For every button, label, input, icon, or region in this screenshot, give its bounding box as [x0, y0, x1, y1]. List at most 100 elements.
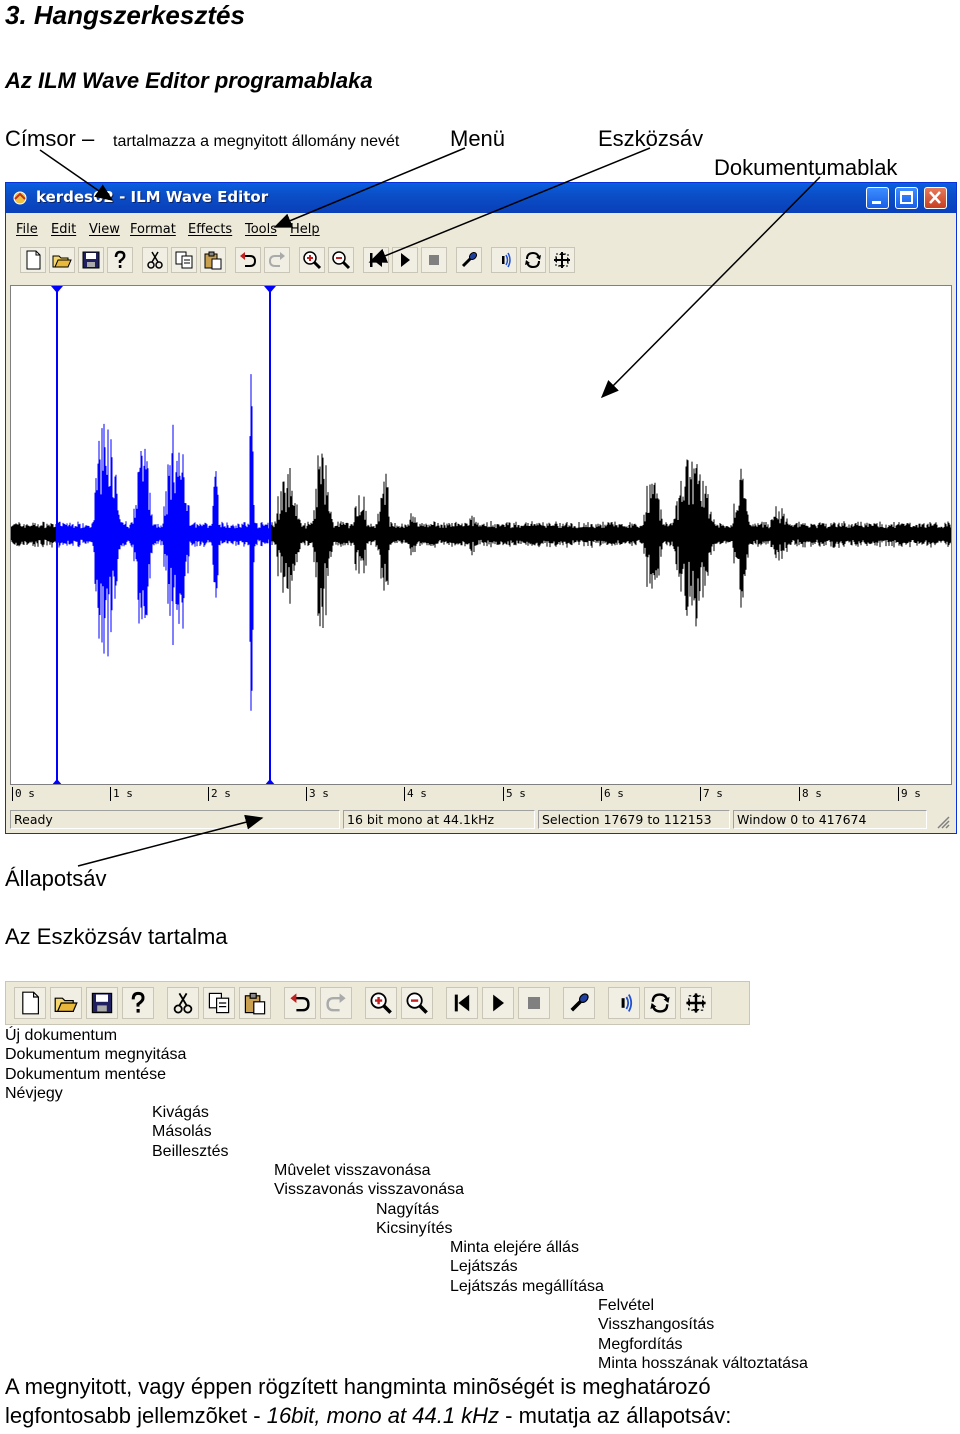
stop-icon	[528, 997, 540, 1009]
rewind-button[interactable]	[446, 987, 478, 1019]
record-icon	[461, 251, 478, 268]
page-heading: 3. Hangszerkesztés	[5, 0, 245, 30]
copy-icon	[208, 992, 230, 1014]
echo-icon	[621, 994, 633, 1012]
app-icon	[13, 191, 27, 205]
undo-button[interactable]	[235, 247, 261, 273]
save-button[interactable]	[86, 987, 118, 1019]
copy-button[interactable]	[203, 987, 235, 1019]
legend-item: Megfordítás	[598, 1335, 683, 1353]
save-icon	[91, 992, 113, 1014]
legend-item: Lejátszás megállítása	[450, 1277, 604, 1295]
redo-button[interactable]	[264, 247, 290, 273]
new-button[interactable]	[20, 247, 46, 273]
document-window[interactable]	[10, 285, 952, 785]
play-button[interactable]	[392, 247, 418, 273]
open-button[interactable]	[50, 987, 82, 1019]
resize-button[interactable]	[549, 247, 575, 273]
waveform[interactable]	[11, 286, 952, 785]
selection-end-handle-top	[264, 286, 276, 293]
ruler-tick: 0 s	[12, 787, 35, 801]
save-button[interactable]	[78, 247, 104, 273]
ruler-tick: 6 s	[601, 787, 624, 801]
play-icon	[493, 994, 504, 1012]
rewind-icon	[454, 994, 470, 1012]
legend-item: Felvétel	[598, 1297, 655, 1314]
copy-button[interactable]	[171, 247, 197, 273]
about-button[interactable]	[122, 987, 154, 1019]
new-icon	[22, 991, 39, 1015]
redo-button[interactable]	[320, 987, 352, 1019]
echo-button[interactable]	[608, 987, 640, 1019]
zoom-out-icon	[406, 992, 428, 1014]
footer-line-2: legfontosabb jellemzõket - 16bit, mono a…	[5, 1403, 731, 1429]
legend-item: Dokumentum megnyitása	[5, 1046, 187, 1064]
record-button[interactable]	[456, 247, 482, 273]
menu-format[interactable]: Format	[130, 222, 176, 237]
zoom-out-button[interactable]	[401, 987, 433, 1019]
reverse-icon	[525, 251, 541, 269]
resize-icon	[554, 252, 570, 268]
undo-button[interactable]	[284, 987, 316, 1019]
label-allapotsav: Állapotsáv	[5, 866, 107, 891]
reverse-icon	[650, 993, 670, 1013]
ruler-tick: 4 s	[404, 787, 427, 801]
menu-edit[interactable]: Edit	[51, 222, 76, 237]
label-menu: Menü	[450, 126, 506, 151]
cut-button[interactable]	[167, 987, 199, 1019]
menu-view[interactable]: View	[89, 222, 120, 237]
record-icon	[570, 993, 589, 1012]
open-button[interactable]	[49, 247, 75, 273]
stop-button[interactable]	[518, 987, 550, 1019]
status-bar: Ready 16 bit mono at 44.1kHz Selection 1…	[6, 809, 956, 831]
resize-grip-icon[interactable]	[936, 815, 950, 829]
selection-start-handle-top	[51, 286, 63, 293]
echo-icon	[502, 252, 511, 268]
stop-button[interactable]	[421, 247, 447, 273]
echo-button[interactable]	[491, 247, 517, 273]
footer-line-1: A megnyitott, vagy éppen rögzített hangm…	[5, 1374, 711, 1399]
legend-group-zoom: Nagyítás Kicsinyítés	[376, 1200, 452, 1239]
record-button[interactable]	[563, 987, 595, 1019]
minimize-icon	[872, 201, 881, 204]
zoom-out-button[interactable]	[328, 247, 354, 273]
zoom-out-icon	[332, 251, 351, 270]
rewind-button[interactable]	[363, 247, 389, 273]
menu-tools[interactable]: Tools	[245, 222, 277, 237]
ruler-tick: 3 s	[306, 787, 329, 801]
legend-group-clipboard: Kivágás Másolás Beillesztés	[152, 1103, 228, 1161]
new-button[interactable]	[14, 987, 46, 1019]
footer-text: legfontosabb jellemzõket -	[5, 1403, 267, 1428]
paste-icon	[244, 992, 266, 1015]
about-icon	[114, 250, 126, 268]
maximize-icon	[900, 191, 913, 204]
title-bar[interactable]: kerdes02 - ILM Wave Editor	[6, 183, 956, 213]
resize-button[interactable]	[680, 987, 712, 1019]
zoom-in-icon	[303, 251, 322, 270]
open-icon	[52, 255, 72, 268]
open-icon	[54, 997, 78, 1012]
reverse-button[interactable]	[520, 247, 546, 273]
paste-button[interactable]	[200, 247, 226, 273]
zoom-in-button[interactable]	[365, 987, 397, 1019]
ruler-tick: 7 s	[700, 787, 723, 801]
cut-button[interactable]	[142, 247, 168, 273]
minimize-button[interactable]	[866, 187, 889, 209]
label-eszkozsav: Eszközsáv	[598, 126, 704, 151]
copy-icon	[175, 251, 193, 269]
toolbar-enlarged	[5, 981, 750, 1025]
legend-group-undo: Mûvelet visszavonása Visszavonás visszav…	[274, 1161, 464, 1200]
zoom-in-button[interactable]	[299, 247, 325, 273]
play-button[interactable]	[482, 987, 514, 1019]
close-button[interactable]	[924, 187, 947, 209]
about-button[interactable]	[107, 247, 133, 273]
waveform-selection	[57, 374, 270, 711]
paste-button[interactable]	[239, 987, 271, 1019]
legend-group-file: Új dokumentum Dokumentum megnyitása Doku…	[5, 1026, 186, 1104]
page-subheading: Az ILM Wave Editor programablaka	[5, 68, 373, 93]
menu-file[interactable]: File	[16, 222, 38, 237]
maximize-button[interactable]	[895, 187, 918, 209]
reverse-button[interactable]	[644, 987, 676, 1019]
menu-help[interactable]: Help	[290, 222, 320, 237]
menu-effects[interactable]: Effects	[188, 222, 232, 237]
